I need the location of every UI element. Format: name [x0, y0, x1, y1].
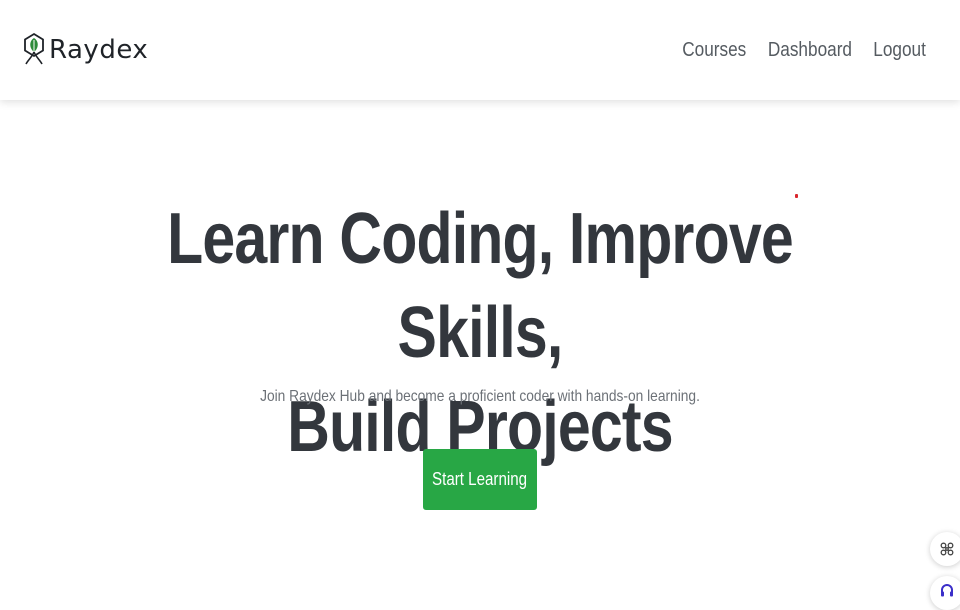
nav-link-courses[interactable]: Courses [682, 39, 746, 62]
nav-links: Courses Dashboard Logout [681, 39, 927, 62]
leaf-logo-icon [24, 32, 44, 65]
nav-link-dashboard[interactable]: Dashboard [768, 39, 852, 62]
hero-subtitle: Join Raydex Hub and become a proficient … [260, 388, 700, 405]
brand-link[interactable]: Raydex [22, 31, 148, 69]
start-learning-button[interactable]: Start Learning [423, 449, 537, 510]
headset-icon [941, 584, 953, 597]
nav-link-logout[interactable]: Logout [873, 39, 926, 62]
hero-title-line-1: Learn Coding, Improve Skills, [167, 199, 794, 373]
hero-title: Learn Coding, Improve Skills, Build Proj… [86, 192, 873, 474]
top-navbar: Raydex Courses Dashboard Logout [0, 0, 960, 100]
support-widget-button[interactable] [930, 576, 960, 610]
shortcut-widget-button[interactable] [930, 532, 960, 566]
command-icon [940, 542, 954, 556]
brand-name: Raydex [49, 35, 149, 65]
start-learning-label: Start Learning [432, 469, 528, 489]
hero-section: Learn Coding, Improve Skills, Build Proj… [0, 100, 960, 600]
decorative-dot [795, 194, 798, 198]
